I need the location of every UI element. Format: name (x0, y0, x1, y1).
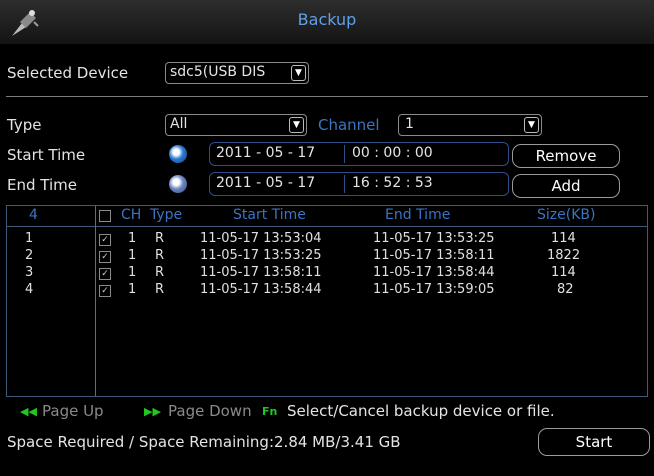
row-checkbox[interactable]: ✓ (99, 234, 111, 246)
column-start-time: Start Time (233, 207, 306, 223)
device-select-value: sdc5(USB DIS (170, 64, 266, 80)
select-all-checkbox[interactable] (99, 210, 111, 222)
page-up-icon: ◀◀ (20, 405, 37, 418)
row-number: 3 (25, 265, 34, 280)
start-date-value[interactable]: 2011 - 05 - 17 (216, 145, 315, 161)
channel-select-value: 1 (405, 116, 414, 132)
row-type: R (155, 248, 165, 263)
chevron-down-icon[interactable]: ▼ (524, 117, 539, 133)
chevron-down-icon[interactable]: ▼ (289, 117, 304, 133)
channel-label: Channel (318, 116, 380, 134)
row-start-time: 11-05-17 13:58:44 (200, 282, 322, 297)
space-status: Space Required / Space Remaining:2.84 MB… (7, 433, 401, 451)
column-divider (95, 206, 96, 396)
row-end-time: 11-05-17 13:59:05 (373, 282, 495, 297)
backup-window: Backup Selected Device sdc5(USB DIS ▼ Ty… (0, 0, 654, 476)
remove-button[interactable]: Remove (512, 144, 620, 168)
selected-device-label: Selected Device (7, 64, 129, 82)
file-list[interactable]: 4 CH Type Start Time End Time Size(KB) 1… (6, 205, 648, 397)
row-checkbox[interactable]: ✓ (99, 285, 111, 297)
end-date-value[interactable]: 2011 - 05 - 17 (216, 175, 315, 191)
select-hint: Select/Cancel backup device or file. (287, 402, 555, 420)
row-start-time: 11-05-17 13:53:04 (200, 231, 322, 246)
clock-icon[interactable] (169, 175, 187, 193)
row-channel: 1 (128, 265, 137, 280)
clock-icon[interactable] (169, 145, 187, 163)
divider (6, 96, 648, 97)
header-divider (7, 226, 647, 227)
title-bar: Backup (0, 0, 654, 44)
column-ch: CH (121, 207, 142, 223)
type-select-value: All (170, 116, 188, 132)
row-channel: 1 (128, 282, 137, 297)
column-size: Size(KB) (537, 207, 596, 223)
row-end-time: 11-05-17 13:58:44 (373, 265, 495, 280)
row-channel: 1 (128, 248, 137, 263)
start-time-field[interactable]: 2011 - 05 - 17 00 : 00 : 00 (209, 142, 509, 166)
row-size: 1822 (547, 248, 581, 263)
row-checkbox[interactable]: ✓ (99, 251, 111, 263)
window-title: Backup (297, 10, 357, 29)
end-time-value[interactable]: 16 : 52 : 53 (352, 175, 433, 191)
row-type: R (155, 231, 165, 246)
type-select[interactable]: All ▼ (165, 114, 307, 136)
row-start-time: 11-05-17 13:58:11 (200, 265, 322, 280)
column-type: Type (150, 207, 183, 223)
page-down-icon: ▶▶ (144, 405, 161, 418)
row-size: 82 (557, 282, 574, 297)
row-start-time: 11-05-17 13:53:25 (200, 248, 322, 263)
start-button[interactable]: Start (538, 428, 650, 456)
add-button[interactable]: Add (512, 174, 620, 198)
field-separator (344, 175, 345, 193)
row-checkbox[interactable]: ✓ (99, 268, 111, 280)
page-up-hint: Page Up (42, 402, 104, 420)
row-number: 1 (25, 231, 34, 246)
start-time-value[interactable]: 00 : 00 : 00 (352, 145, 433, 161)
device-select[interactable]: sdc5(USB DIS ▼ (165, 62, 309, 84)
chevron-down-icon[interactable]: ▼ (291, 65, 306, 81)
start-time-label: Start Time (7, 146, 86, 164)
row-type: R (155, 265, 165, 280)
end-time-field[interactable]: 2011 - 05 - 17 16 : 52 : 53 (209, 172, 509, 196)
row-type: R (155, 282, 165, 297)
type-label: Type (7, 116, 42, 134)
row-size: 114 (551, 231, 576, 246)
row-end-time: 11-05-17 13:53:25 (373, 231, 495, 246)
channel-select[interactable]: 1 ▼ (398, 114, 542, 136)
column-end-time: End Time (385, 207, 451, 223)
field-separator (344, 145, 345, 163)
row-number: 2 (25, 248, 34, 263)
fn-key-icon: Fn (262, 405, 278, 418)
page-down-hint: Page Down (168, 402, 252, 420)
file-count: 4 (29, 207, 38, 223)
row-number: 4 (25, 282, 34, 297)
end-time-label: End Time (7, 176, 77, 194)
row-end-time: 11-05-17 13:58:11 (373, 248, 495, 263)
row-channel: 1 (128, 231, 137, 246)
row-size: 114 (551, 265, 576, 280)
